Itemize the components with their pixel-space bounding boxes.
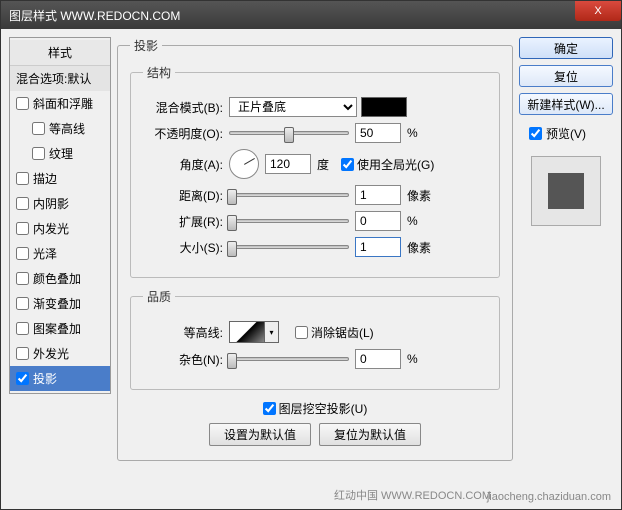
style-checkbox[interactable] bbox=[16, 297, 29, 310]
spread-label: 扩展(R): bbox=[143, 213, 223, 230]
style-checkbox[interactable] bbox=[16, 97, 29, 110]
spread-unit: % bbox=[407, 214, 437, 228]
spread-input[interactable] bbox=[355, 211, 401, 231]
angle-unit: 度 bbox=[317, 156, 329, 173]
styles-list-panel: 样式 混合选项:默认 斜面和浮雕等高线纹理描边内阴影内发光光泽颜色叠加渐变叠加图… bbox=[9, 37, 111, 473]
size-unit: 像素 bbox=[407, 239, 437, 256]
distance-unit: 像素 bbox=[407, 187, 437, 204]
contour-label: 等高线: bbox=[143, 324, 223, 341]
style-item-label: 渐变叠加 bbox=[33, 295, 81, 312]
noise-input[interactable] bbox=[355, 349, 401, 369]
distance-input[interactable] bbox=[355, 185, 401, 205]
opacity-input[interactable] bbox=[355, 123, 401, 143]
style-checkbox[interactable] bbox=[16, 347, 29, 360]
preview-swatch bbox=[548, 173, 584, 209]
style-item-7[interactable]: 颜色叠加 bbox=[10, 266, 110, 291]
shadow-color-swatch[interactable] bbox=[361, 97, 407, 117]
style-item-label: 描边 bbox=[33, 170, 57, 187]
structure-legend: 结构 bbox=[143, 64, 175, 81]
style-item-8[interactable]: 渐变叠加 bbox=[10, 291, 110, 316]
style-item-label: 光泽 bbox=[33, 245, 57, 262]
panel-title: 投影 bbox=[130, 37, 162, 54]
style-checkbox[interactable] bbox=[16, 197, 29, 210]
style-item-label: 等高线 bbox=[49, 120, 85, 137]
style-item-11[interactable]: 投影 bbox=[10, 366, 110, 391]
style-checkbox[interactable] bbox=[16, 372, 29, 385]
watermark-1: 红动中国 WWW.REDOCN.COM bbox=[334, 487, 491, 503]
layer-style-dialog: 图层样式 WWW.REDOCN.COM X 样式 混合选项:默认 斜面和浮雕等高… bbox=[0, 0, 622, 510]
antialias-checkbox[interactable]: 消除锯齿(L) bbox=[295, 324, 374, 341]
style-checkbox[interactable] bbox=[32, 122, 45, 135]
style-item-5[interactable]: 内发光 bbox=[10, 216, 110, 241]
cancel-button[interactable]: 复位 bbox=[519, 65, 613, 87]
global-light-checkbox[interactable]: 使用全局光(G) bbox=[341, 156, 434, 173]
titlebar: 图层样式 WWW.REDOCN.COM X bbox=[1, 1, 621, 29]
antialias-input[interactable] bbox=[295, 326, 308, 339]
style-item-label: 内阴影 bbox=[33, 195, 69, 212]
style-item-label: 图案叠加 bbox=[33, 320, 81, 337]
window-title: 图层样式 WWW.REDOCN.COM bbox=[9, 7, 180, 24]
style-item-label: 内发光 bbox=[33, 220, 69, 237]
preview-checkbox[interactable]: 预览(V) bbox=[519, 121, 613, 146]
noise-label: 杂色(N): bbox=[143, 351, 223, 368]
blend-mode-select[interactable]: 正片叠底 bbox=[229, 97, 357, 117]
knockout-checkbox[interactable]: 图层挖空投影(U) bbox=[263, 400, 368, 417]
blending-options-item[interactable]: 混合选项:默认 bbox=[10, 66, 110, 91]
style-item-3[interactable]: 描边 bbox=[10, 166, 110, 191]
style-checkbox[interactable] bbox=[16, 247, 29, 260]
style-item-label: 投影 bbox=[33, 370, 57, 387]
style-checkbox[interactable] bbox=[32, 147, 45, 160]
preview-input[interactable] bbox=[529, 127, 542, 140]
style-checkbox[interactable] bbox=[16, 322, 29, 335]
style-checkbox[interactable] bbox=[16, 272, 29, 285]
opacity-slider[interactable] bbox=[229, 131, 349, 135]
size-label: 大小(S): bbox=[143, 239, 223, 256]
quality-group: 品质 等高线: ▾ 消除锯齿(L) 杂色(N): bbox=[130, 288, 500, 390]
style-item-0[interactable]: 斜面和浮雕 bbox=[10, 91, 110, 116]
style-checkbox[interactable] bbox=[16, 172, 29, 185]
distance-label: 距离(D): bbox=[143, 187, 223, 204]
global-light-input[interactable] bbox=[341, 158, 354, 171]
blend-mode-label: 混合模式(B): bbox=[143, 99, 223, 116]
ok-button[interactable]: 确定 bbox=[519, 37, 613, 59]
size-input[interactable] bbox=[355, 237, 401, 257]
noise-slider[interactable] bbox=[229, 357, 349, 361]
noise-unit: % bbox=[407, 352, 437, 366]
make-default-button[interactable]: 设置为默认值 bbox=[209, 423, 311, 446]
watermark-2: jiaocheng.chaziduan.com bbox=[487, 491, 611, 503]
distance-slider[interactable] bbox=[229, 193, 349, 197]
quality-legend: 品质 bbox=[143, 288, 175, 305]
contour-dropdown-icon[interactable]: ▾ bbox=[265, 321, 279, 343]
drop-shadow-fieldset: 投影 结构 混合模式(B): 正片叠底 不透明度(O): bbox=[117, 37, 513, 461]
angle-input[interactable] bbox=[265, 154, 311, 174]
content-area: 样式 混合选项:默认 斜面和浮雕等高线纹理描边内阴影内发光光泽颜色叠加渐变叠加图… bbox=[1, 29, 621, 481]
contour-swatch[interactable] bbox=[229, 321, 265, 343]
style-item-9[interactable]: 图案叠加 bbox=[10, 316, 110, 341]
style-checkbox[interactable] bbox=[16, 222, 29, 235]
spread-slider[interactable] bbox=[229, 219, 349, 223]
styles-header[interactable]: 样式 bbox=[10, 40, 110, 66]
preview-box bbox=[531, 156, 601, 226]
style-item-label: 颜色叠加 bbox=[33, 270, 81, 287]
action-panel: 确定 复位 新建样式(W)... 预览(V) bbox=[519, 37, 613, 473]
angle-label: 角度(A): bbox=[143, 156, 223, 173]
settings-panel: 投影 结构 混合模式(B): 正片叠底 不透明度(O): bbox=[117, 37, 513, 473]
style-item-10[interactable]: 外发光 bbox=[10, 341, 110, 366]
style-item-label: 纹理 bbox=[49, 145, 73, 162]
style-item-2[interactable]: 纹理 bbox=[10, 141, 110, 166]
new-style-button[interactable]: 新建样式(W)... bbox=[519, 93, 613, 115]
style-item-label: 斜面和浮雕 bbox=[33, 95, 93, 112]
structure-group: 结构 混合模式(B): 正片叠底 不透明度(O): % bbox=[130, 64, 500, 278]
opacity-unit: % bbox=[407, 126, 437, 140]
close-button[interactable]: X bbox=[575, 1, 621, 21]
reset-default-button[interactable]: 复位为默认值 bbox=[319, 423, 421, 446]
size-slider[interactable] bbox=[229, 245, 349, 249]
angle-dial[interactable] bbox=[229, 149, 259, 179]
style-item-1[interactable]: 等高线 bbox=[10, 116, 110, 141]
style-item-6[interactable]: 光泽 bbox=[10, 241, 110, 266]
opacity-label: 不透明度(O): bbox=[143, 125, 223, 142]
style-item-4[interactable]: 内阴影 bbox=[10, 191, 110, 216]
style-item-label: 外发光 bbox=[33, 345, 69, 362]
knockout-input[interactable] bbox=[263, 402, 276, 415]
